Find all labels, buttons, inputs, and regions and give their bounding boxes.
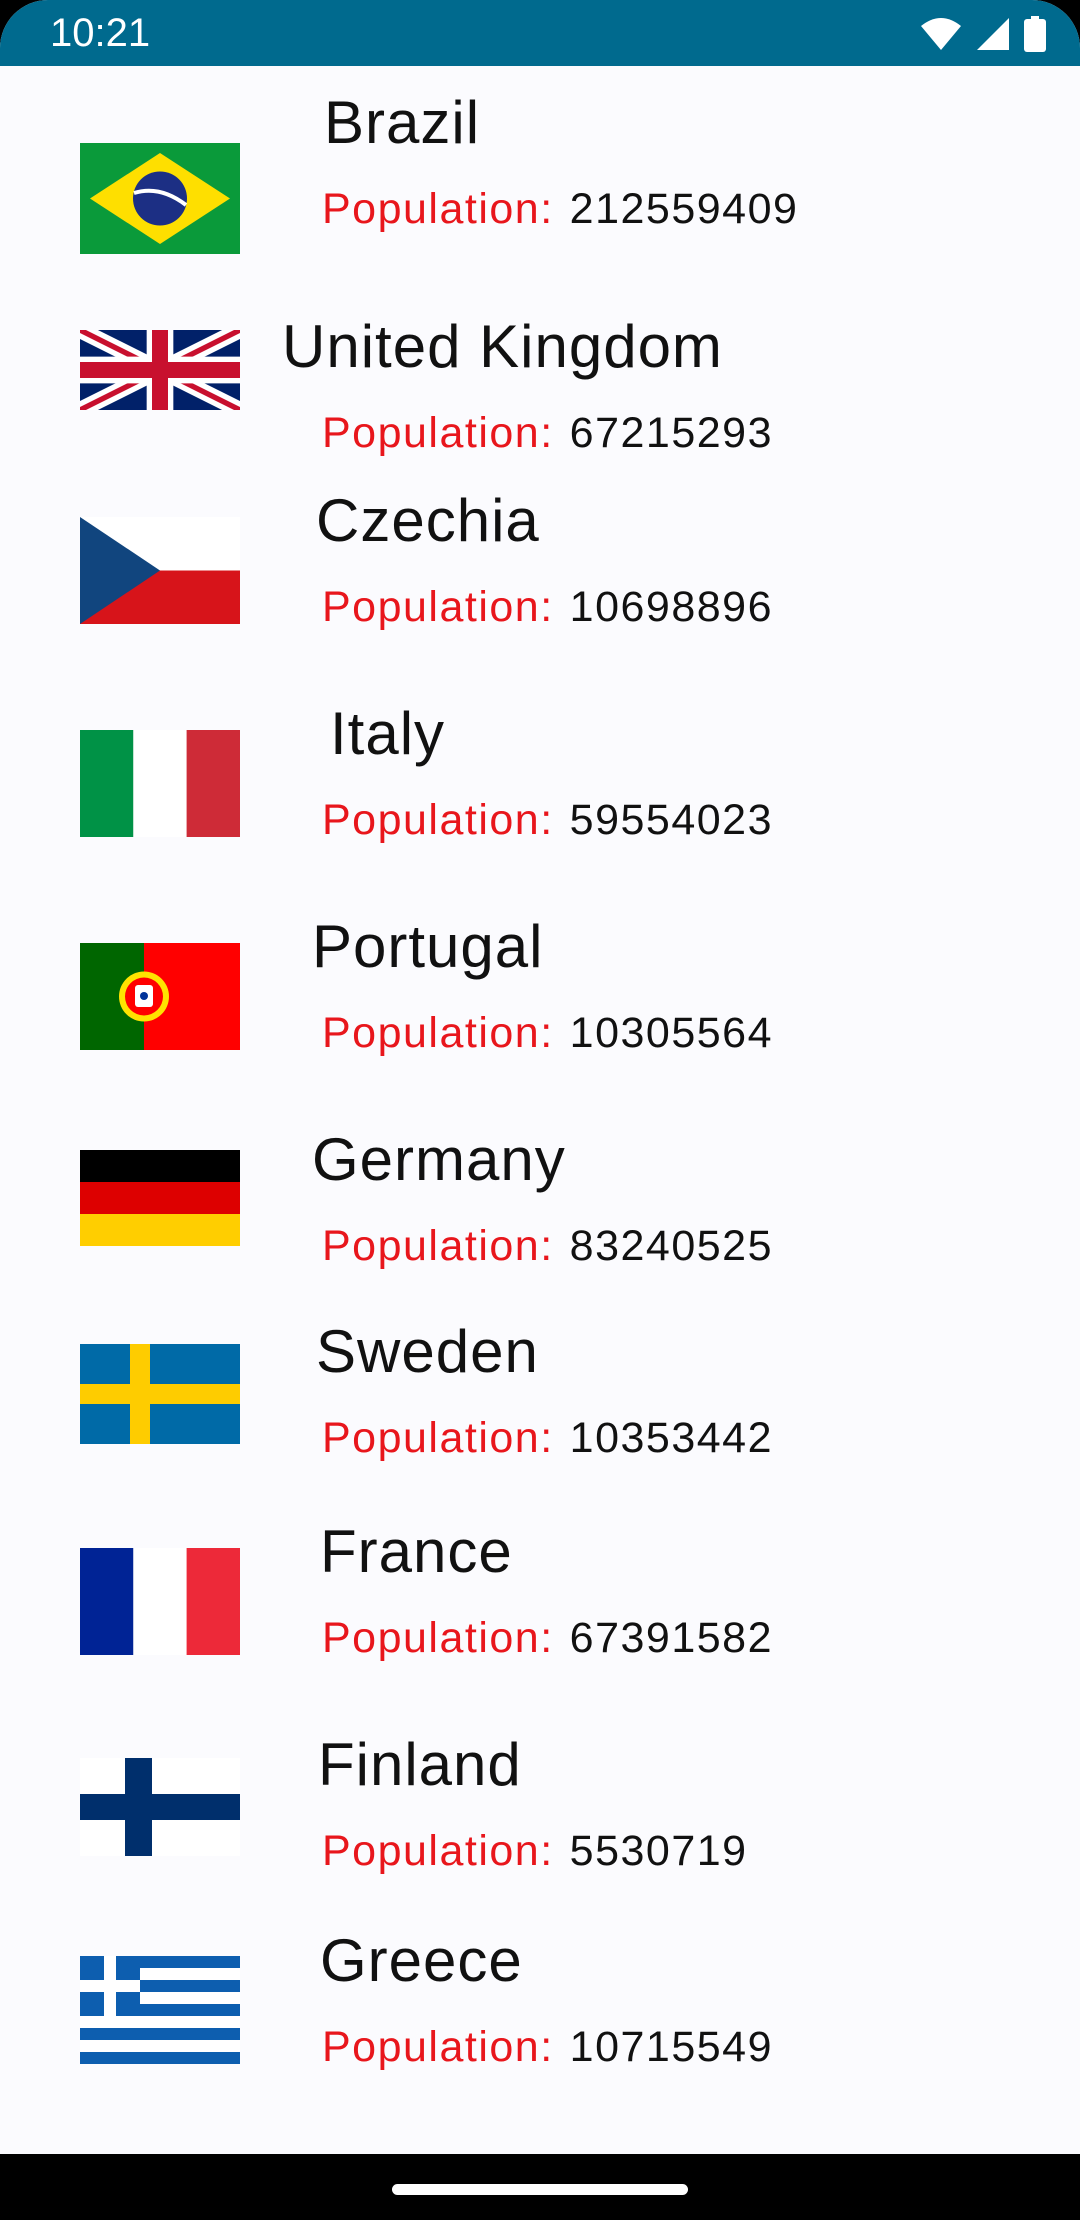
population-value: 10353442 — [569, 1414, 773, 1462]
country-row-france[interactable]: France Population: 67391582 — [0, 1517, 1080, 1717]
population-value: 5530719 — [569, 1827, 748, 1875]
country-row-greece[interactable]: Greece Population: 10715549 — [0, 1926, 1080, 2126]
population-line: Population: 67391582 — [322, 1613, 773, 1663]
population-label: Population: — [322, 1414, 554, 1462]
country-name: Greece — [320, 1927, 523, 1994]
population-value: 67215293 — [569, 409, 773, 457]
population-label: Population: — [322, 1222, 554, 1270]
country-row-germany[interactable]: Germany Population: 83240525 — [0, 1125, 1080, 1325]
population-line: Population: 67215293 — [322, 408, 773, 458]
population-value: 59554023 — [569, 796, 773, 844]
country-row-united-kingdom[interactable]: United Kingdom Population: 67215293 — [0, 312, 1080, 512]
navigation-bar — [0, 2154, 1080, 2220]
country-list[interactable]: Brazil Population: 212559409 United Kingd… — [0, 66, 1080, 2154]
status-bar: 10:21 — [0, 0, 1080, 66]
portugal-flag-icon — [80, 943, 240, 1050]
czechia-flag-icon — [80, 517, 240, 624]
population-value: 10715549 — [569, 2023, 773, 2071]
country-row-czechia[interactable]: Czechia Population: 10698896 — [0, 486, 1080, 686]
country-name: Portugal — [312, 913, 544, 980]
app-screen: 10:21 Brazil Population: 212559409 Unite… — [0, 0, 1080, 2220]
sweden-flag-icon — [80, 1344, 240, 1444]
country-row-finland[interactable]: Finland Population: 5530719 — [0, 1730, 1080, 1930]
greece-flag-icon — [80, 1956, 240, 2064]
country-name: Brazil — [324, 89, 481, 156]
population-value: 67391582 — [569, 1614, 773, 1662]
population-line: Population: 10715549 — [322, 2022, 773, 2072]
population-line: Population: 10698896 — [322, 582, 773, 632]
population-label: Population: — [322, 2023, 554, 2071]
country-row-brazil[interactable]: Brazil Population: 212559409 — [0, 88, 1080, 288]
population-line: Population: 5530719 — [322, 1826, 748, 1876]
population-line: Population: 10305564 — [322, 1008, 773, 1058]
status-icons — [920, 14, 1046, 54]
population-value: 10305564 — [569, 1009, 773, 1057]
country-name: Finland — [318, 1731, 522, 1798]
population-line: Population: 10353442 — [322, 1413, 773, 1463]
country-row-italy[interactable]: Italy Population: 59554023 — [0, 699, 1080, 899]
country-name: Czechia — [316, 487, 540, 554]
population-label: Population: — [322, 1009, 554, 1057]
population-label: Population: — [322, 409, 554, 457]
population-label: Population: — [322, 1827, 554, 1875]
country-name: Italy — [330, 700, 446, 767]
country-name: France — [320, 1518, 513, 1585]
finland-flag-icon — [80, 1758, 240, 1856]
population-line: Population: 83240525 — [322, 1221, 773, 1271]
population-label: Population: — [322, 796, 554, 844]
population-value: 83240525 — [569, 1222, 773, 1270]
country-row-portugal[interactable]: Portugal Population: 10305564 — [0, 912, 1080, 1112]
home-indicator[interactable] — [392, 2184, 688, 2195]
population-value: 10698896 — [569, 583, 773, 631]
population-line: Population: 59554023 — [322, 795, 773, 845]
brazil-flag-icon — [80, 143, 240, 254]
population-line: Population: 212559409 — [322, 184, 798, 234]
wifi-icon — [921, 18, 961, 50]
country-name: Germany — [312, 1126, 566, 1193]
france-flag-icon — [80, 1548, 240, 1655]
cell-signal-icon — [977, 18, 1009, 50]
country-row-sweden[interactable]: Sweden Population: 10353442 — [0, 1317, 1080, 1517]
population-label: Population: — [322, 185, 554, 233]
battery-icon — [1024, 16, 1046, 52]
population-label: Population: — [322, 583, 554, 631]
united-kingdom-flag-icon — [80, 330, 240, 410]
status-time: 10:21 — [50, 11, 151, 55]
country-name: Sweden — [316, 1318, 539, 1385]
italy-flag-icon — [80, 730, 240, 837]
country-name: United Kingdom — [282, 313, 723, 380]
population-value: 212559409 — [569, 185, 799, 233]
population-label: Population: — [322, 1614, 554, 1662]
germany-flag-icon — [80, 1150, 240, 1246]
